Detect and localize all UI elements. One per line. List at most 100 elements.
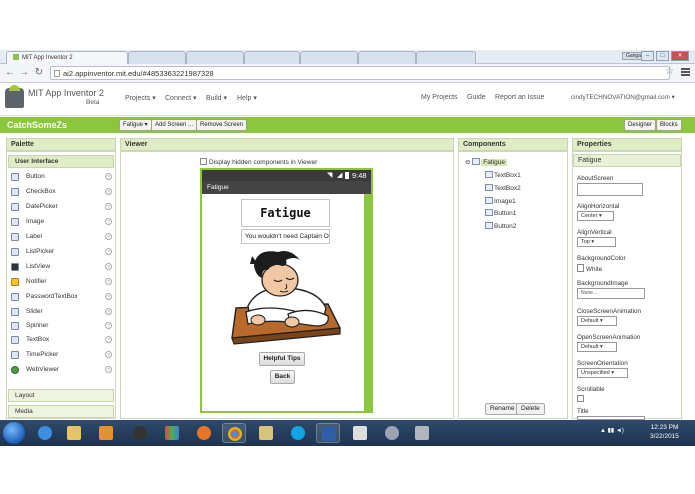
back-button[interactable]: Back: [270, 370, 295, 384]
browser-menu-icon[interactable]: [681, 68, 690, 76]
taskbar-app5[interactable]: [160, 423, 184, 443]
rename-button[interactable]: Rename: [485, 403, 520, 415]
tab-2[interactable]: [128, 51, 186, 64]
blocks-button[interactable]: Blocks: [656, 119, 682, 131]
back-arrow-icon[interactable]: ←: [4, 67, 16, 79]
account-menu[interactable]: cindyTECHNOVATION@gmail.com ▾: [571, 94, 675, 101]
menu-projects[interactable]: Projects ▾: [125, 94, 156, 102]
align-horizontal-select[interactable]: Center ▾: [577, 211, 614, 221]
help-icon[interactable]: ?: [105, 248, 112, 255]
palette-item-spinner[interactable]: Spinner?: [9, 320, 114, 334]
palette-item-listpicker[interactable]: ListPicker?: [9, 246, 114, 260]
palette-item-passwordtextbox[interactable]: PasswordTextBox?: [9, 291, 114, 305]
align-vertical-select[interactable]: Top ▾: [577, 237, 616, 247]
tab-app-inventor[interactable]: MIT App Inventor 2: [6, 51, 128, 64]
palette-section-layout[interactable]: Layout: [8, 389, 114, 402]
bookmark-star-icon[interactable]: ☆: [665, 66, 674, 77]
sleeping-person-image[interactable]: [228, 246, 343, 348]
help-icon[interactable]: ?: [105, 308, 112, 315]
palette-item-timepicker[interactable]: TimePicker?: [9, 349, 114, 363]
palette-section-media[interactable]: Media: [8, 405, 114, 418]
help-icon[interactable]: ?: [105, 351, 112, 358]
tree-item-button1[interactable]: Button1: [485, 209, 516, 217]
menu-build[interactable]: Build ▾: [206, 94, 227, 102]
maximize-icon[interactable]: □: [656, 51, 669, 61]
taskbar-word[interactable]: [316, 423, 340, 443]
palette-item-checkbox[interactable]: CheckBox?: [9, 186, 114, 200]
help-icon[interactable]: ?: [105, 218, 112, 225]
close-anim-select[interactable]: Default ▾: [577, 316, 617, 326]
help-icon[interactable]: ?: [105, 203, 112, 210]
about-screen-textarea[interactable]: [577, 183, 643, 196]
background-color-picker[interactable]: White: [577, 264, 602, 273]
tab-6[interactable]: [358, 51, 416, 64]
hidden-components-toggle[interactable]: Display hidden components in Viewer: [200, 158, 317, 166]
minimize-icon[interactable]: –: [641, 51, 654, 61]
tree-root-fatigue[interactable]: ⊖ Fatigue: [465, 158, 507, 166]
taskbar-ie[interactable]: [33, 423, 57, 443]
tree-item-button2[interactable]: Button2: [485, 222, 516, 230]
help-icon[interactable]: ?: [105, 263, 112, 270]
taskbar-media[interactable]: [94, 423, 118, 443]
remove-screen-button[interactable]: Remove Screen: [196, 119, 248, 131]
palette-item-slider[interactable]: Slider?: [9, 306, 114, 320]
help-icon[interactable]: ?: [105, 188, 112, 195]
menu-connect[interactable]: Connect ▾: [165, 94, 197, 102]
hidden-components-checkbox[interactable]: [200, 158, 207, 165]
taskbar-app12[interactable]: [380, 423, 404, 443]
network-icon[interactable]: ▮▮: [608, 428, 615, 434]
taskbar-clock[interactable]: 12:23 PM 3/22/2015: [650, 423, 679, 441]
tab-5[interactable]: [300, 51, 358, 64]
close-icon[interactable]: ✕: [671, 51, 689, 61]
palette-item-label[interactable]: Label?: [9, 231, 114, 245]
start-button[interactable]: [3, 422, 25, 444]
palette-section-user-interface[interactable]: User Interface: [8, 155, 114, 168]
address-bar[interactable]: ai2.appinventor.mit.edu/#485336322198732…: [50, 66, 670, 80]
textbox2-preview[interactable]: You wouldn't need Captain O: [241, 229, 330, 244]
phone-scrollbar[interactable]: [364, 194, 371, 411]
taskbar-explorer[interactable]: [62, 423, 86, 443]
collapse-icon[interactable]: ⊖: [465, 159, 470, 166]
taskbar-7zip[interactable]: [348, 423, 372, 443]
screen-select[interactable]: Fatigue ▾: [119, 119, 152, 131]
designer-button[interactable]: Designer: [624, 119, 657, 131]
help-icon[interactable]: ?: [105, 366, 112, 373]
volume-icon[interactable]: ◄): [616, 428, 624, 434]
palette-item-datepicker[interactable]: DatePicker?: [9, 201, 114, 215]
palette-item-webviewer[interactable]: WebViewer?: [9, 364, 114, 378]
textbox1-preview[interactable]: Fatigue: [241, 199, 330, 227]
delete-button[interactable]: Delete: [516, 403, 545, 415]
palette-item-image[interactable]: Image?: [9, 216, 114, 230]
system-tray[interactable]: ▲ ▮▮ ◄): [600, 427, 624, 434]
help-icon[interactable]: ?: [105, 293, 112, 300]
help-icon[interactable]: ?: [105, 278, 112, 285]
tab-4[interactable]: [244, 51, 300, 64]
taskbar-firefox[interactable]: [192, 423, 216, 443]
scrollable-checkbox[interactable]: [577, 395, 586, 403]
helpful-tips-button[interactable]: Helpful Tips: [259, 352, 305, 366]
taskbar-skype[interactable]: [286, 423, 310, 443]
orientation-select[interactable]: Unspecified ▾: [577, 368, 628, 378]
link-my-projects[interactable]: My Projects: [421, 94, 458, 101]
link-report-issue[interactable]: Report an Issue: [495, 94, 544, 101]
help-icon[interactable]: ?: [105, 322, 112, 329]
help-icon[interactable]: ?: [105, 233, 112, 240]
palette-item-textbox[interactable]: TextBox?: [9, 334, 114, 348]
add-screen-button[interactable]: Add Screen ...: [151, 119, 198, 131]
taskbar-app4[interactable]: [128, 423, 152, 443]
palette-item-listview[interactable]: ListView?: [9, 261, 114, 275]
palette-item-notifier[interactable]: Notifier?: [9, 276, 114, 290]
link-guide[interactable]: Guide: [467, 94, 486, 101]
tree-item-textbox2[interactable]: TextBox2: [485, 184, 521, 192]
tray-arrow-icon[interactable]: ▲: [600, 428, 606, 434]
tab-7[interactable]: [416, 51, 476, 64]
taskbar-chrome[interactable]: [222, 423, 246, 443]
tree-item-textbox1[interactable]: TextBox1: [485, 171, 521, 179]
background-image-input[interactable]: None...: [577, 288, 645, 299]
open-anim-select[interactable]: Default ▾: [577, 342, 617, 352]
tab-3[interactable]: [186, 51, 244, 64]
taskbar-app8[interactable]: [254, 423, 278, 443]
help-icon[interactable]: ?: [105, 336, 112, 343]
menu-help[interactable]: Help ▾: [237, 94, 257, 102]
tree-item-image1[interactable]: Image1: [485, 197, 516, 205]
